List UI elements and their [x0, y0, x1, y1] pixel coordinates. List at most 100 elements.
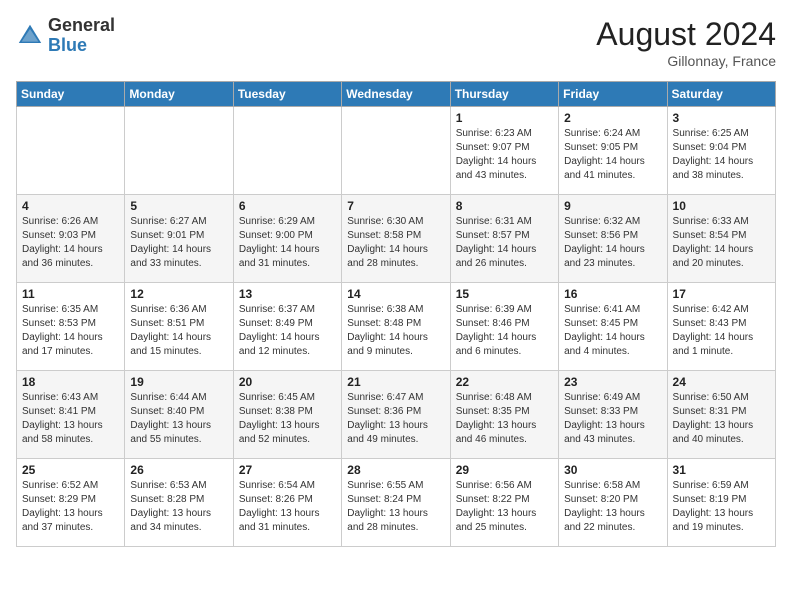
day-info: Sunrise: 6:56 AM Sunset: 8:22 PM Dayligh…: [456, 479, 553, 535]
calendar-cell: 8 Sunrise: 6:31 AM Sunset: 8:57 PM Daylig…: [450, 195, 558, 283]
calendar-cell: [233, 107, 341, 195]
day-number: 21: [347, 375, 444, 389]
day-number: 18: [22, 375, 119, 389]
calendar-cell: 25 Sunrise: 6:52 AM Sunset: 8:29 PM Dayli…: [17, 459, 125, 547]
calendar-cell: 10 Sunrise: 6:33 AM Sunset: 8:54 PM Dayli…: [667, 195, 775, 283]
calendar-cell: 12Sunrise: 6:36 AM Sunset: 8:51 PM Dayli…: [125, 283, 233, 371]
day-info: Sunrise: 6:23 AM Sunset: 9:07 PM Dayligh…: [456, 127, 553, 183]
calendar-cell: 30 Sunrise: 6:58 AM Sunset: 8:20 PM Dayli…: [559, 459, 667, 547]
day-info: Sunrise: 6:37 AM Sunset: 8:49 PM Dayligh…: [239, 303, 336, 359]
calendar-cell: 23Sunrise: 6:49 AM Sunset: 8:33 PM Dayli…: [559, 371, 667, 459]
day-info: Sunrise: 6:53 AM Sunset: 8:28 PM Dayligh…: [130, 479, 227, 535]
col-wednesday: Wednesday: [342, 82, 450, 107]
calendar-cell: [125, 107, 233, 195]
calendar-cell: 18 Sunrise: 6:43 AM Sunset: 8:41 PM Dayli…: [17, 371, 125, 459]
calendar-cell: 14Sunrise: 6:38 AM Sunset: 8:48 PM Dayli…: [342, 283, 450, 371]
day-info: Sunrise: 6:43 AM Sunset: 8:41 PM Dayligh…: [22, 391, 119, 447]
calendar-cell: 27 Sunrise: 6:54 AM Sunset: 8:26 PM Dayli…: [233, 459, 341, 547]
calendar-cell: 31Sunrise: 6:59 AM Sunset: 8:19 PM Dayli…: [667, 459, 775, 547]
day-info: Sunrise: 6:35 AM Sunset: 8:53 PM Dayligh…: [22, 303, 119, 359]
col-sunday: Sunday: [17, 82, 125, 107]
calendar-cell: 11 Sunrise: 6:35 AM Sunset: 8:53 PM Dayli…: [17, 283, 125, 371]
day-info: Sunrise: 6:52 AM Sunset: 8:29 PM Dayligh…: [22, 479, 119, 535]
day-number: 22: [456, 375, 553, 389]
month-year: August 2024: [596, 16, 776, 53]
calendar-week-4: 25 Sunrise: 6:52 AM Sunset: 8:29 PM Dayli…: [17, 459, 776, 547]
calendar-cell: 21 Sunrise: 6:47 AM Sunset: 8:36 PM Dayli…: [342, 371, 450, 459]
calendar-cell: 3Sunrise: 6:25 AM Sunset: 9:04 PM Daylig…: [667, 107, 775, 195]
day-info: Sunrise: 6:33 AM Sunset: 8:54 PM Dayligh…: [673, 215, 770, 271]
calendar-cell: [17, 107, 125, 195]
day-number: 20: [239, 375, 336, 389]
calendar-cell: 19 Sunrise: 6:44 AM Sunset: 8:40 PM Dayli…: [125, 371, 233, 459]
day-number: 5: [130, 199, 227, 213]
day-number: 1: [456, 111, 553, 125]
day-number: 14: [347, 287, 444, 301]
day-number: 2: [564, 111, 661, 125]
day-info: Sunrise: 6:50 AM Sunset: 8:31 PM Dayligh…: [673, 391, 770, 447]
logo-blue: Blue: [48, 36, 115, 56]
page-header: General Blue August 2024 Gillonnay, Fran…: [16, 16, 776, 69]
logo-text: General Blue: [48, 16, 115, 56]
day-number: 26: [130, 463, 227, 477]
col-thursday: Thursday: [450, 82, 558, 107]
day-number: 10: [673, 199, 770, 213]
day-info: Sunrise: 6:39 AM Sunset: 8:46 PM Dayligh…: [456, 303, 553, 359]
calendar-cell: 4Sunrise: 6:26 AM Sunset: 9:03 PM Daylig…: [17, 195, 125, 283]
day-info: Sunrise: 6:26 AM Sunset: 9:03 PM Dayligh…: [22, 215, 119, 271]
day-number: 31: [673, 463, 770, 477]
day-info: Sunrise: 6:47 AM Sunset: 8:36 PM Dayligh…: [347, 391, 444, 447]
day-info: Sunrise: 6:58 AM Sunset: 8:20 PM Dayligh…: [564, 479, 661, 535]
calendar-cell: 26 Sunrise: 6:53 AM Sunset: 8:28 PM Dayli…: [125, 459, 233, 547]
day-number: 29: [456, 463, 553, 477]
day-info: Sunrise: 6:31 AM Sunset: 8:57 PM Dayligh…: [456, 215, 553, 271]
day-number: 3: [673, 111, 770, 125]
logo: General Blue: [16, 16, 115, 56]
calendar-cell: 7Sunrise: 6:30 AM Sunset: 8:58 PM Daylig…: [342, 195, 450, 283]
day-number: 11: [22, 287, 119, 301]
day-info: Sunrise: 6:45 AM Sunset: 8:38 PM Dayligh…: [239, 391, 336, 447]
logo-icon: [16, 22, 44, 50]
calendar-cell: 13 Sunrise: 6:37 AM Sunset: 8:49 PM Dayli…: [233, 283, 341, 371]
day-info: Sunrise: 6:41 AM Sunset: 8:45 PM Dayligh…: [564, 303, 661, 359]
day-number: 12: [130, 287, 227, 301]
day-number: 13: [239, 287, 336, 301]
day-number: 23: [564, 375, 661, 389]
day-info: Sunrise: 6:30 AM Sunset: 8:58 PM Dayligh…: [347, 215, 444, 271]
day-info: Sunrise: 6:54 AM Sunset: 8:26 PM Dayligh…: [239, 479, 336, 535]
day-number: 15: [456, 287, 553, 301]
calendar-cell: 29 Sunrise: 6:56 AM Sunset: 8:22 PM Dayli…: [450, 459, 558, 547]
calendar-cell: 17Sunrise: 6:42 AM Sunset: 8:43 PM Dayli…: [667, 283, 775, 371]
day-info: Sunrise: 6:29 AM Sunset: 9:00 PM Dayligh…: [239, 215, 336, 271]
day-number: 25: [22, 463, 119, 477]
col-monday: Monday: [125, 82, 233, 107]
day-number: 24: [673, 375, 770, 389]
day-number: 27: [239, 463, 336, 477]
col-tuesday: Tuesday: [233, 82, 341, 107]
calendar-week-2: 11 Sunrise: 6:35 AM Sunset: 8:53 PM Dayli…: [17, 283, 776, 371]
header-row: Sunday Monday Tuesday Wednesday Thursday…: [17, 82, 776, 107]
calendar-cell: 20 Sunrise: 6:45 AM Sunset: 8:38 PM Dayli…: [233, 371, 341, 459]
day-number: 28: [347, 463, 444, 477]
col-saturday: Saturday: [667, 82, 775, 107]
day-info: Sunrise: 6:48 AM Sunset: 8:35 PM Dayligh…: [456, 391, 553, 447]
day-info: Sunrise: 6:55 AM Sunset: 8:24 PM Dayligh…: [347, 479, 444, 535]
day-number: 16: [564, 287, 661, 301]
day-number: 6: [239, 199, 336, 213]
day-number: 8: [456, 199, 553, 213]
calendar-cell: 15 Sunrise: 6:39 AM Sunset: 8:46 PM Dayli…: [450, 283, 558, 371]
day-info: Sunrise: 6:42 AM Sunset: 8:43 PM Dayligh…: [673, 303, 770, 359]
calendar-cell: 22 Sunrise: 6:48 AM Sunset: 8:35 PM Dayli…: [450, 371, 558, 459]
calendar-cell: 28 Sunrise: 6:55 AM Sunset: 8:24 PM Dayli…: [342, 459, 450, 547]
calendar-cell: 5Sunrise: 6:27 AM Sunset: 9:01 PM Daylig…: [125, 195, 233, 283]
calendar-week-1: 4Sunrise: 6:26 AM Sunset: 9:03 PM Daylig…: [17, 195, 776, 283]
col-friday: Friday: [559, 82, 667, 107]
day-info: Sunrise: 6:44 AM Sunset: 8:40 PM Dayligh…: [130, 391, 227, 447]
location: Gillonnay, France: [596, 53, 776, 69]
title-block: August 2024 Gillonnay, France: [596, 16, 776, 69]
day-info: Sunrise: 6:24 AM Sunset: 9:05 PM Dayligh…: [564, 127, 661, 183]
calendar-cell: 2 Sunrise: 6:24 AM Sunset: 9:05 PM Daylig…: [559, 107, 667, 195]
day-number: 19: [130, 375, 227, 389]
calendar-cell: 9Sunrise: 6:32 AM Sunset: 8:56 PM Daylig…: [559, 195, 667, 283]
day-number: 30: [564, 463, 661, 477]
